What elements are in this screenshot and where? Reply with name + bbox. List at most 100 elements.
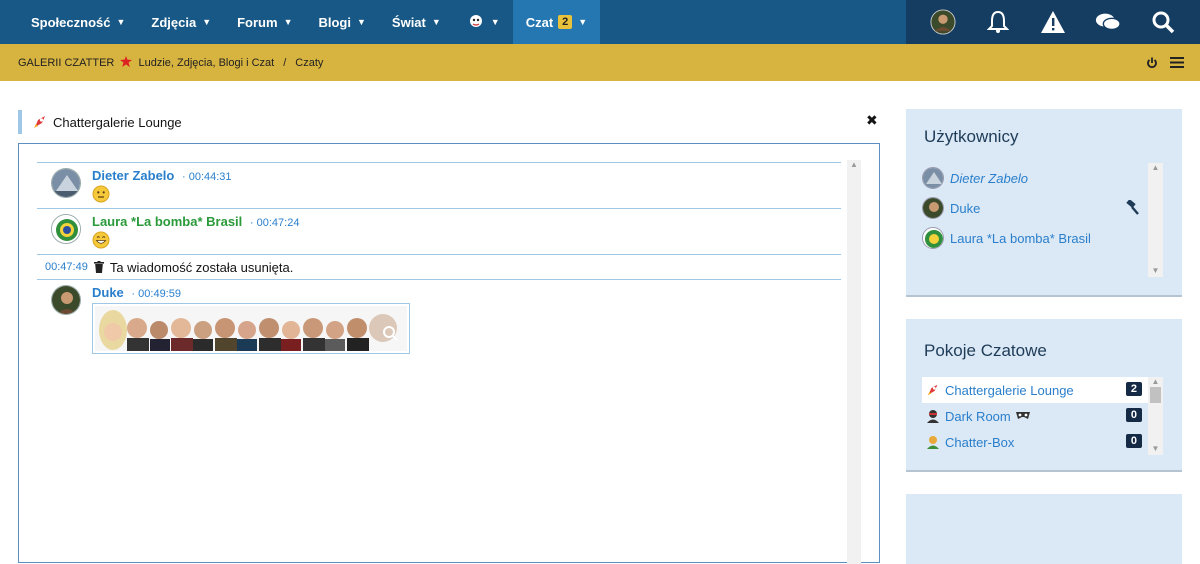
room-name: Chatter-Box xyxy=(945,434,1015,450)
user-item[interactable]: Dieter Zabelo xyxy=(922,163,1148,193)
message-timestamp: 00:47:49 xyxy=(45,261,88,273)
nav-menu: Społeczność ▼ Zdjęcia ▼ Forum ▼ Blogi ▼ Świa… xyxy=(18,0,601,44)
meta-separator: · xyxy=(131,288,136,300)
message-username[interactable]: Laura *La bomba* Brasil xyxy=(92,214,242,229)
nav-item-zdjecia[interactable]: Zdjęcia ▼ xyxy=(138,0,224,44)
meta-separator: · xyxy=(181,171,186,183)
nav-label: Społeczność xyxy=(31,14,111,30)
list-toggle-icon[interactable] xyxy=(1170,57,1184,68)
trash-icon xyxy=(93,261,104,273)
chat-message: Laura *La bomba* Brasil · 00:47:24 xyxy=(37,208,841,254)
message-username[interactable]: Dieter Zabelo xyxy=(92,168,174,183)
warning-icon[interactable] xyxy=(1040,9,1066,35)
message-timestamp: 00:47:24 xyxy=(256,217,300,229)
grinning-face-icon xyxy=(92,231,110,252)
nav-item-smiley-menu[interactable]: ▼ xyxy=(454,0,513,44)
room-item[interactable]: Dark Room 0 xyxy=(922,403,1150,429)
chevron-up-icon[interactable]: ▲ xyxy=(1148,377,1163,386)
breadcrumb-tools xyxy=(1146,44,1184,81)
message-time: · 00:47:24 xyxy=(250,217,300,229)
avatar[interactable] xyxy=(51,168,81,198)
chat-message-area: Dieter Zabelo · 00:44:31 Laura *La bomba… xyxy=(18,143,880,564)
nav-item-swiat[interactable]: Świat ▼ xyxy=(379,0,454,44)
message-meta: Dieter Zabelo · 00:44:31 xyxy=(92,168,232,183)
bell-icon[interactable] xyxy=(985,9,1011,35)
user-avatar[interactable] xyxy=(930,9,956,35)
chevron-down-icon: ▼ xyxy=(431,17,441,27)
room-user-count: 0 xyxy=(1125,408,1142,422)
chevron-up-icon[interactable]: ▲ xyxy=(847,160,861,169)
user-name: Dieter Zabelo xyxy=(950,170,1029,186)
chevron-down-icon: ▼ xyxy=(578,17,588,27)
breadcrumb-czaty[interactable]: Czaty xyxy=(295,57,323,69)
mask-icon xyxy=(1015,412,1030,419)
user-name: Laura *La bomba* Brasil xyxy=(950,230,1091,246)
rooms-panel: Pokoje Czatowe Chattergalerie Lounge 2 D… xyxy=(906,319,1182,472)
chevron-down-icon[interactable]: ▼ xyxy=(1148,266,1163,275)
breadcrumb-site[interactable]: GALERII CZATTER Ludzie, Zdjęcia, Blogi i… xyxy=(18,56,274,69)
chevron-down-icon: ▼ xyxy=(490,17,500,27)
avatar xyxy=(922,167,944,189)
spark-icon xyxy=(120,56,133,67)
chat-scrollbar[interactable]: ▲ xyxy=(847,160,861,564)
chevron-down-icon[interactable]: ▼ xyxy=(1148,444,1163,453)
user-item[interactable]: Laura *La bomba* Brasil xyxy=(922,223,1148,253)
chat-room-title: Chattergalerie Lounge xyxy=(53,114,182,130)
deleted-message: 00:47:49 Ta wiadomość została usunięta. xyxy=(37,254,841,279)
room-item[interactable]: Chattergalerie Lounge 2 xyxy=(922,377,1150,403)
nav-item-czat[interactable]: Czat 2 ▼ xyxy=(512,0,601,44)
users-scrollbar[interactable]: ▲ ▼ xyxy=(1148,163,1163,277)
nav-item-blogi[interactable]: Blogi ▼ xyxy=(305,0,378,44)
user-item[interactable]: Duke xyxy=(922,193,1148,223)
nav-user-tools xyxy=(906,0,1200,44)
room-user-count: 2 xyxy=(1125,382,1142,396)
avatar[interactable] xyxy=(51,285,81,315)
gavel-icon xyxy=(1126,200,1139,215)
chat-room-header: Chattergalerie Lounge xyxy=(18,110,878,134)
breadcrumb: GALERII CZATTER Ludzie, Zdjęcia, Blogi i… xyxy=(0,44,1200,81)
rooms-list: Chattergalerie Lounge 2 Dark Room 0 Chat… xyxy=(922,377,1150,455)
site-tagline: Ludzie, Zdjęcia, Blogi i Czat xyxy=(138,57,275,69)
rocket-icon xyxy=(927,384,938,396)
image-attachment[interactable] xyxy=(92,303,410,354)
message-meta: Duke · 00:49:59 xyxy=(92,285,181,300)
nav-label: Zdjęcia xyxy=(151,14,197,30)
chevron-down-icon: ▼ xyxy=(116,17,126,27)
users-panel: Użytkownicy Dieter Zabelo Duke Laura *La… xyxy=(906,109,1182,297)
room-item[interactable]: Chatter-Box 0 xyxy=(922,429,1150,455)
chevron-up-icon[interactable]: ▲ xyxy=(1148,163,1163,172)
chat-count-badge: 2 xyxy=(558,15,573,29)
top-navigation: Społeczność ▼ Zdjęcia ▼ Forum ▼ Blogi ▼ Świa… xyxy=(0,0,1200,44)
rocket-icon xyxy=(34,116,45,128)
meta-separator: · xyxy=(249,217,254,229)
user-name: Duke xyxy=(950,200,981,216)
power-icon[interactable] xyxy=(1146,57,1158,69)
avatar xyxy=(922,197,944,219)
message-username[interactable]: Duke xyxy=(92,285,124,300)
chevron-down-icon: ▼ xyxy=(202,17,212,27)
scroll-thumb[interactable] xyxy=(1150,387,1161,403)
message-meta: Laura *La bomba* Brasil · 00:47:24 xyxy=(92,214,299,229)
search-icon[interactable] xyxy=(1150,9,1176,35)
nav-item-forum[interactable]: Forum ▼ xyxy=(224,0,305,44)
avatar[interactable] xyxy=(51,214,81,244)
chevron-down-icon: ▼ xyxy=(356,17,366,27)
room-name: Chattergalerie Lounge xyxy=(945,382,1074,398)
users-list: Dieter Zabelo Duke Laura *La bomba* Bras… xyxy=(922,163,1148,253)
site-name: GALERII CZATTER xyxy=(18,57,115,69)
close-icon[interactable]: ✖ xyxy=(866,112,878,129)
message-time: · 00:49:59 xyxy=(131,288,181,300)
nav-label: Forum xyxy=(237,14,278,30)
chat-message: Duke · 00:49:59 xyxy=(37,279,841,359)
conversations-icon[interactable] xyxy=(1095,9,1121,35)
nav-label: Świat xyxy=(391,14,426,30)
person-icon xyxy=(927,436,939,449)
room-name: Dark Room xyxy=(945,408,1011,424)
rooms-panel-title: Pokoje Czatowe xyxy=(924,341,1047,360)
chat-message: Dieter Zabelo · 00:44:31 xyxy=(37,162,841,208)
message-list: Dieter Zabelo · 00:44:31 Laura *La bomba… xyxy=(37,162,841,359)
room-user-count: 0 xyxy=(1125,434,1142,448)
message-timestamp: 00:49:59 xyxy=(138,288,181,300)
rooms-scrollbar[interactable]: ▲ ▼ xyxy=(1148,377,1163,455)
nav-item-spolecznosc[interactable]: Społeczność ▼ xyxy=(18,0,138,44)
